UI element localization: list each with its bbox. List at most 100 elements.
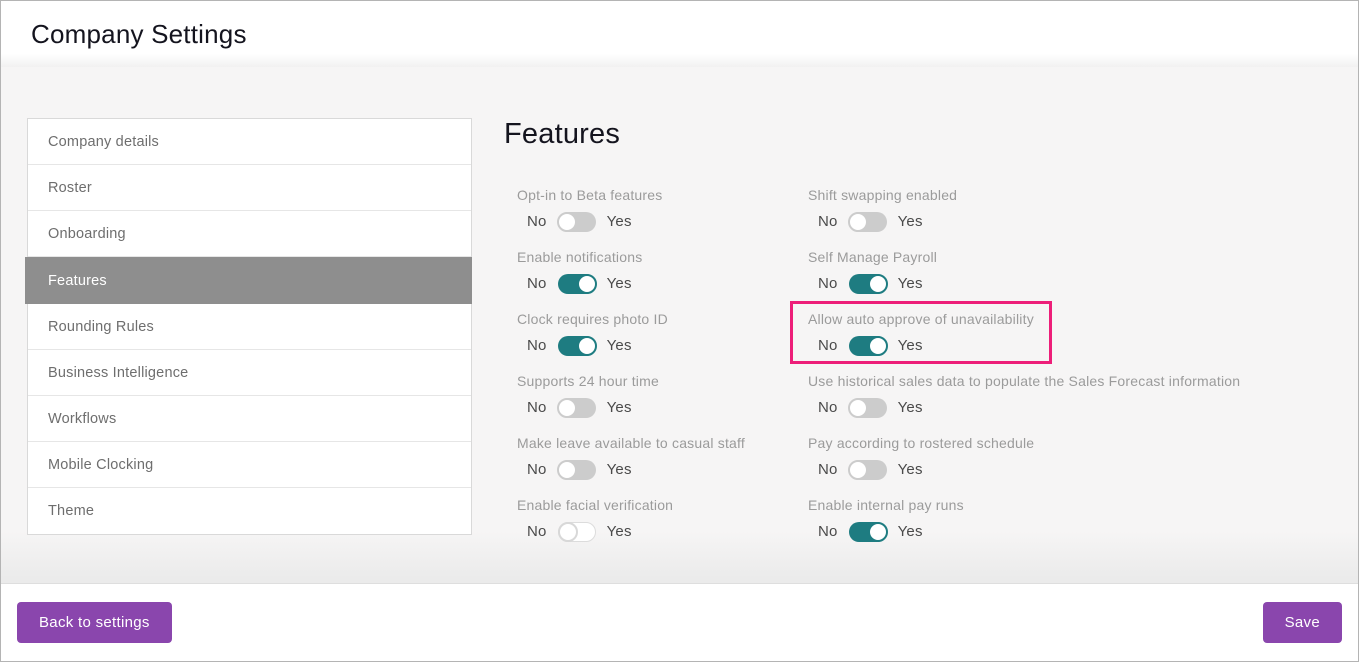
toggle-yes-label: Yes [898, 460, 923, 480]
sidebar-item-label: Mobile Clocking [48, 457, 153, 473]
toggle-knob [848, 212, 868, 232]
toggle-yes-label: Yes [898, 398, 923, 418]
toggle-knob [848, 398, 868, 418]
company-settings-page: Company Settings Company details Roster … [0, 0, 1359, 662]
sidebar-item-features[interactable]: Features [25, 257, 472, 304]
toggle-switch[interactable] [849, 398, 887, 418]
sidebar-item-label: Business Intelligence [48, 365, 188, 381]
toggle-group-internal-pay-runs: Enable internal pay runs No Yes [808, 497, 964, 543]
toggle-switch[interactable] [558, 398, 596, 418]
toggle-yes-label: Yes [607, 274, 632, 294]
toggle-yes-label: Yes [898, 522, 923, 542]
toggle-switch[interactable] [849, 212, 887, 232]
toggle-label: Use historical sales data to populate th… [808, 373, 1240, 390]
toggle-label: Clock requires photo ID [517, 311, 668, 328]
toggle-group-auto-approve-unavailability: Allow auto approve of unavailability No … [808, 311, 1034, 357]
toggle-row: No Yes [808, 459, 1034, 481]
toggle-no-label: No [818, 522, 838, 542]
toggle-switch[interactable] [558, 274, 596, 294]
sidebar-item-company-details[interactable]: Company details [28, 119, 471, 165]
sidebar-item-rounding-rules[interactable]: Rounding Rules [28, 304, 471, 350]
back-to-settings-button[interactable]: Back to settings [17, 602, 172, 643]
sidebar-item-roster[interactable]: Roster [28, 165, 471, 211]
toggle-row: No Yes [517, 459, 745, 481]
toggle-group-self-manage-payroll: Self Manage Payroll No Yes [808, 249, 937, 295]
sidebar-item-label: Theme [48, 503, 94, 519]
toggle-row: No Yes [808, 211, 957, 233]
toggle-group-pay-rostered-schedule: Pay according to rostered schedule No Ye… [808, 435, 1034, 481]
toggle-knob [868, 274, 888, 294]
toggle-no-label: No [527, 398, 547, 418]
toggle-knob [557, 460, 577, 480]
toggle-knob [868, 522, 888, 542]
toggle-no-label: No [527, 274, 547, 294]
toggle-group-shift-swapping: Shift swapping enabled No Yes [808, 187, 957, 233]
sidebar-item-mobile-clocking[interactable]: Mobile Clocking [28, 442, 471, 488]
toggle-yes-label: Yes [607, 212, 632, 232]
toggle-row: No Yes [808, 521, 964, 543]
settings-nav: Company details Roster Onboarding Featur… [27, 118, 472, 535]
toggle-row: No Yes [517, 211, 662, 233]
toggle-label: Supports 24 hour time [517, 373, 659, 390]
toggle-column-right: Shift swapping enabled No Yes Self Manag… [808, 187, 1342, 559]
toggle-group-facial-verification: Enable facial verification No Yes [517, 497, 673, 543]
toggle-row: No Yes [517, 273, 642, 295]
toggle-label: Enable internal pay runs [808, 497, 964, 514]
toggle-label: Make leave available to casual staff [517, 435, 745, 452]
toggle-yes-label: Yes [607, 336, 632, 356]
toggle-label: Allow auto approve of unavailability [808, 311, 1034, 328]
toggle-knob [557, 212, 577, 232]
sidebar-item-label: Onboarding [48, 226, 126, 242]
toggle-switch[interactable] [849, 336, 887, 356]
page-footer: Back to settings Save [1, 584, 1358, 661]
sidebar-item-theme[interactable]: Theme [28, 488, 471, 534]
toggle-row: No Yes [517, 397, 659, 419]
toggle-yes-label: Yes [898, 336, 923, 356]
page-title: Company Settings [31, 19, 247, 50]
toggle-switch[interactable] [558, 522, 596, 542]
toggle-no-label: No [818, 460, 838, 480]
toggle-yes-label: Yes [898, 274, 923, 294]
toggle-no-label: No [527, 336, 547, 356]
toggle-no-label: No [527, 522, 547, 542]
toggle-knob [848, 460, 868, 480]
toggle-label: Enable notifications [517, 249, 642, 266]
toggle-row: No Yes [808, 273, 937, 295]
toggle-no-label: No [527, 460, 547, 480]
toggle-yes-label: Yes [607, 398, 632, 418]
toggle-no-label: No [527, 212, 547, 232]
sidebar-item-workflows[interactable]: Workflows [28, 396, 471, 442]
toggle-row: No Yes [517, 521, 673, 543]
sidebar-item-label: Rounding Rules [48, 319, 154, 335]
toggle-group-opt-in-beta: Opt-in to Beta features No Yes [517, 187, 662, 233]
toggle-label: Enable facial verification [517, 497, 673, 514]
sidebar-item-label: Company details [48, 134, 159, 150]
toggle-label: Self Manage Payroll [808, 249, 937, 266]
features-panel: Features Opt-in to Beta features No Yes … [504, 118, 1342, 559]
sidebar-item-business-intelligence[interactable]: Business Intelligence [28, 350, 471, 396]
toggle-yes-label: Yes [607, 460, 632, 480]
toggle-yes-label: Yes [607, 522, 632, 542]
toggle-row: No Yes [808, 397, 1240, 419]
toggle-row: No Yes [808, 335, 1034, 357]
save-button[interactable]: Save [1263, 602, 1342, 643]
toggle-knob [577, 336, 597, 356]
toggle-switch[interactable] [849, 274, 887, 294]
toggle-knob [557, 398, 577, 418]
toggle-no-label: No [818, 398, 838, 418]
toggle-knob [868, 336, 888, 356]
toggle-switch[interactable] [849, 460, 887, 480]
toggle-label: Shift swapping enabled [808, 187, 957, 204]
sidebar-item-onboarding[interactable]: Onboarding [28, 211, 471, 257]
toggle-column-left: Opt-in to Beta features No Yes Enable no… [517, 187, 808, 559]
toggle-switch[interactable] [849, 522, 887, 542]
toggle-switch[interactable] [558, 212, 596, 232]
toggle-row: No Yes [517, 335, 668, 357]
content-area: Company details Roster Onboarding Featur… [1, 67, 1358, 584]
toggle-label: Pay according to rostered schedule [808, 435, 1034, 452]
toggle-switch[interactable] [558, 336, 596, 356]
toggle-group-enable-notifications: Enable notifications No Yes [517, 249, 642, 295]
toggle-no-label: No [818, 274, 838, 294]
toggle-switch[interactable] [558, 460, 596, 480]
toggle-group-24-hour-time: Supports 24 hour time No Yes [517, 373, 659, 419]
